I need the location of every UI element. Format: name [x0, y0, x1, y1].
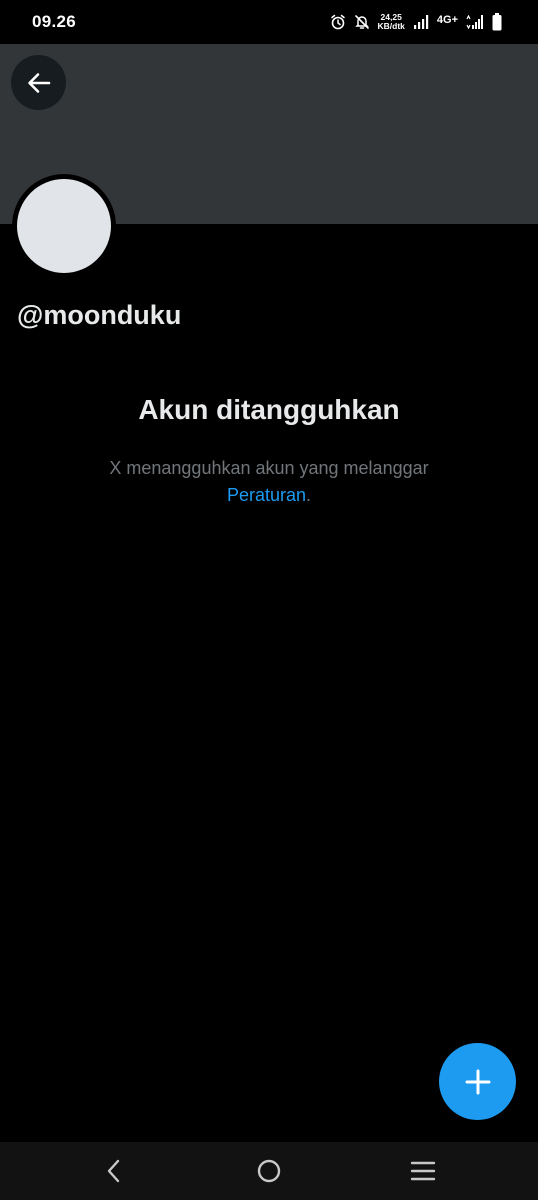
speed-unit: KB/dtk [377, 21, 405, 31]
suspended-message: X menangguhkan akun yang melanggar Perat… [69, 455, 469, 509]
nav-back-button[interactable] [99, 1156, 129, 1186]
mute-icon [354, 14, 370, 30]
chevron-left-icon [107, 1159, 120, 1183]
profile-handle: @moonduku [17, 300, 182, 330]
alarm-icon [330, 14, 346, 30]
nav-home-button[interactable] [254, 1156, 284, 1186]
signal-icon [413, 15, 429, 29]
suspended-message-suffix: . [306, 485, 312, 505]
home-circle-icon [257, 1159, 281, 1183]
avatar[interactable] [12, 174, 116, 278]
suspended-title: Akun ditangguhkan [138, 394, 400, 425]
status-bar: 09.26 24,25 KB/dtk 4G+ [0, 0, 538, 44]
battery-icon [492, 13, 502, 31]
profile-screen: 09.26 24,25 KB/dtk 4G+ @moonduku Akun di… [0, 0, 538, 1200]
network-type: 4G+ [436, 14, 458, 26]
suspended-message-text: X menangguhkan akun yang melanggar [109, 458, 429, 478]
signal-icon-secondary [466, 15, 484, 29]
status-time: 09.26 [32, 12, 77, 31]
nav-menu-button[interactable] [408, 1156, 438, 1186]
status-icons: 24,25 KB/dtk 4G+ [330, 10, 503, 34]
menu-icon [410, 1161, 436, 1181]
system-nav-bar [0, 1142, 538, 1200]
arrow-left-icon [27, 72, 50, 93]
network-speed: 24,25 KB/dtk [378, 13, 405, 31]
compose-button[interactable] [439, 1043, 516, 1120]
back-button[interactable] [11, 55, 66, 110]
rules-link[interactable]: Peraturan [227, 485, 306, 505]
plus-icon [465, 1069, 490, 1094]
avatar-placeholder [17, 179, 111, 273]
